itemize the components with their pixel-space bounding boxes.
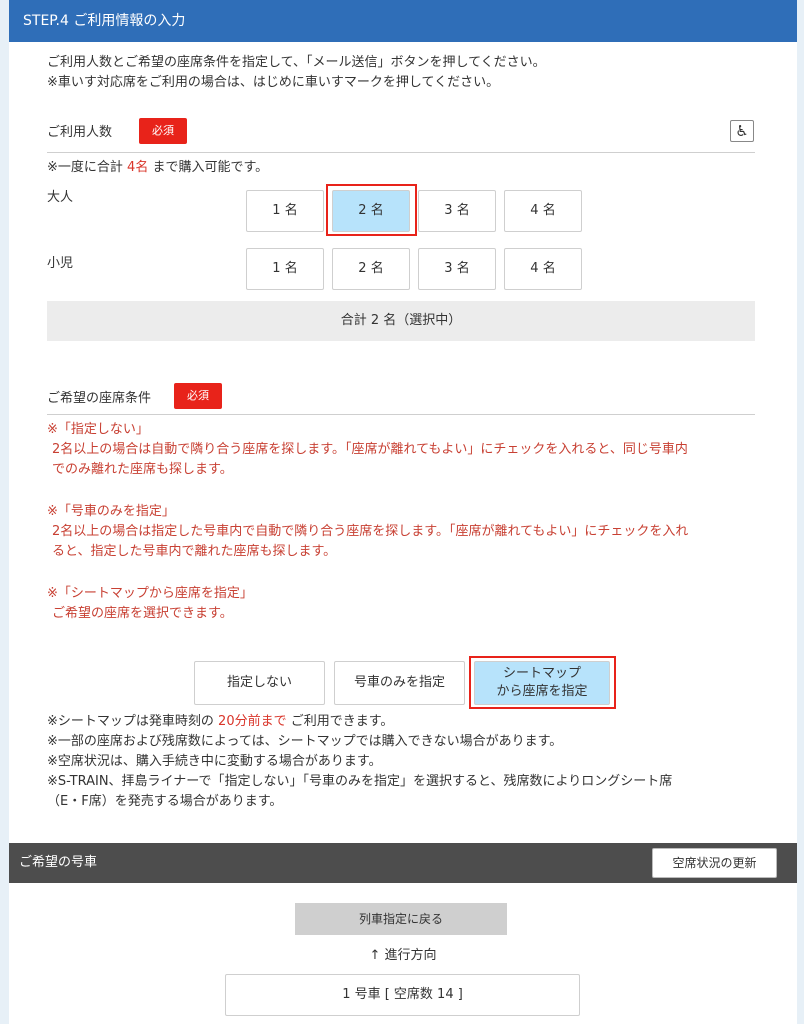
limit-suffix: まで購入可能です。 xyxy=(152,160,269,175)
limit-prefix: ※一度に合計 xyxy=(47,160,123,175)
seat-none-label: 指定しない xyxy=(226,675,292,690)
note3-title: ※「シートマップから座席を指定」 xyxy=(47,586,253,601)
car-section-title: ご希望の号車 xyxy=(19,855,98,870)
seat-sub-notes: ※シートマップは発車時刻の 20分前まで ご利用できます。 ※一部の座席および残… xyxy=(47,712,672,812)
sub-note-2: ※一部の座席および残席数によっては、シートマップでは購入できない場合があります。 xyxy=(47,734,563,749)
persons-total: 合計 2 名（選択中） xyxy=(47,301,755,341)
seat-divider xyxy=(47,414,755,415)
seat-car-only-label: 号車のみを指定 xyxy=(353,675,445,690)
seat-map-selection-highlight xyxy=(469,656,616,709)
direction-label: 進行方向 xyxy=(384,948,437,963)
note2-title: ※「号車のみを指定」 xyxy=(47,504,175,519)
sub-note-map-suffix: ご利用できます。 xyxy=(290,714,394,729)
seat-none-button[interactable]: 指定しない xyxy=(194,661,325,705)
sub-note-4: ※S-TRAIN、拝島ライナーで「指定しない」「号車のみを指定」を選択すると、残… xyxy=(47,774,673,789)
persons-limit-text: ※一度に合計 4名 まで購入可能です。 xyxy=(47,158,268,178)
persons-required-badge: 必須 xyxy=(139,118,187,144)
wheelchair-icon[interactable]: ♿ xyxy=(730,120,754,142)
seat-notes: ※「指定しない」 2名以上の場合は自動で隣り合う座席を探します。「座席が離れても… xyxy=(47,420,767,624)
child-label: 小児 xyxy=(47,256,74,271)
note2-line1: 2名以上の場合は指定した号車内で自動で隣り合う座席を探します。「座席が離れてもよ… xyxy=(52,524,689,539)
note2-line2: ると、指定した号車内で離れた座席も探します。 xyxy=(52,544,337,559)
car-1-button[interactable]: 1 号車 [ 空席数 14 ] xyxy=(225,974,580,1016)
refresh-availability-button[interactable]: 空席状況の更新 xyxy=(652,848,777,878)
child-2-button[interactable]: 2 名 xyxy=(332,248,410,290)
up-arrow-icon: ↑ xyxy=(369,948,381,963)
intro-line-1: ご利用人数とご希望の座席条件を指定して、「メール送信」ボタンを押してください。 xyxy=(47,55,546,70)
note1-line1: 2名以上の場合は自動で隣り合う座席を探します。「座席が離れてもよい」にチェックを… xyxy=(52,442,688,457)
adult-3-button[interactable]: 3 名 xyxy=(418,190,496,232)
child-3-button[interactable]: 3 名 xyxy=(418,248,496,290)
intro-text: ご利用人数とご希望の座席条件を指定して、「メール送信」ボタンを押してください。 … xyxy=(47,53,546,93)
child-4-button[interactable]: 4 名 xyxy=(504,248,582,290)
sub-note-map-value: 20分前まで xyxy=(218,714,287,729)
note1-line2: でのみ離れた座席も探します。 xyxy=(52,462,233,477)
step4-panel: STEP.4 ご利用情報の入力 ご利用人数とご希望の座席条件を指定して、「メール… xyxy=(9,0,797,1024)
adult-label: 大人 xyxy=(47,190,74,205)
persons-label: ご利用人数 xyxy=(47,125,113,140)
intro-line-2: ※車いす対応席をご利用の場合は、はじめに車いすマークを押してください。 xyxy=(47,75,500,90)
sub-note-5: （E・F席）を発売する場合があります。 xyxy=(47,794,283,809)
seat-condition-label: ご希望の座席条件 xyxy=(47,391,152,406)
seat-car-only-button[interactable]: 号車のみを指定 xyxy=(334,661,465,705)
travel-direction: ↑ 進行方向 xyxy=(9,946,797,966)
back-to-train-button[interactable]: 列車指定に戻る xyxy=(295,903,507,935)
step-header: STEP.4 ご利用情報の入力 xyxy=(9,0,797,42)
sub-note-map-prefix: ※シートマップは発車時刻の xyxy=(47,714,214,729)
note3-line1: ご希望の座席を選択できます。 xyxy=(52,606,233,621)
child-1-button[interactable]: 1 名 xyxy=(246,248,324,290)
adult-1-button[interactable]: 1 名 xyxy=(246,190,324,232)
note1-title: ※「指定しない」 xyxy=(47,422,149,437)
persons-divider xyxy=(47,152,755,153)
adult-4-button[interactable]: 4 名 xyxy=(504,190,582,232)
seat-required-badge: 必須 xyxy=(174,383,222,409)
sub-note-map-limit: ※シートマップは発車時刻の 20分前まで ご利用できます。 xyxy=(47,712,672,732)
adult-selection-highlight xyxy=(326,184,417,236)
limit-value: 4名 xyxy=(127,160,149,175)
sub-note-3: ※空席状況は、購入手続き中に変動する場合があります。 xyxy=(47,754,382,769)
